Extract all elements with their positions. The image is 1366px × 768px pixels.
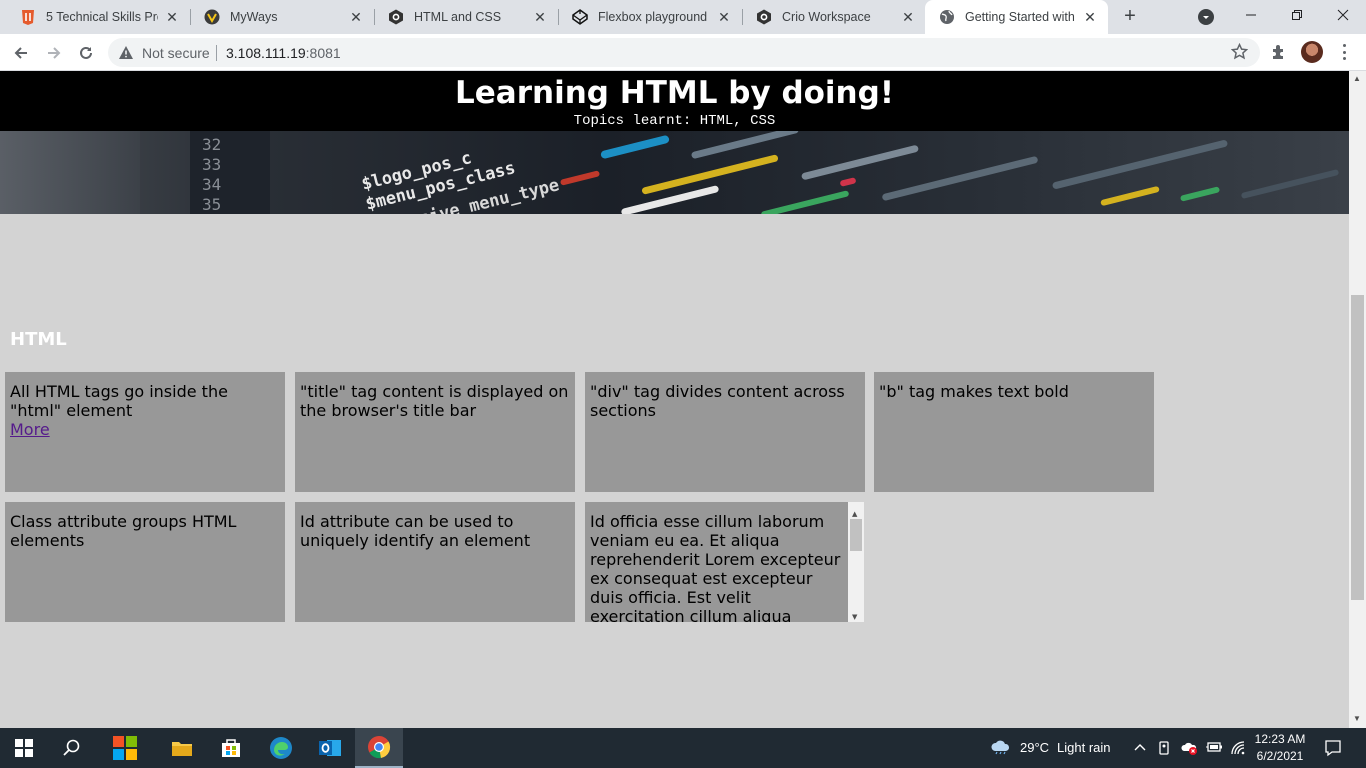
reload-icon[interactable] <box>73 40 99 66</box>
site-header: Learning HTML by doing! Topics learnt: H… <box>0 71 1349 131</box>
bookmark-star-icon[interactable] <box>1230 42 1249 65</box>
rain-cloud-icon <box>991 740 1010 755</box>
browser-toolbar: Not secure 3.108.111.19:8081 <box>0 34 1366 71</box>
topic-card: Id attribute can be used to uniquely ide… <box>295 502 575 622</box>
edge-browser-icon[interactable] <box>257 728 305 768</box>
file-explorer-icon[interactable] <box>158 728 206 768</box>
card-text: Class attribute groups HTML elements <box>10 512 237 550</box>
scrollable-topic-card[interactable]: Id officia esse cillum laborum veniam eu… <box>585 502 864 622</box>
store-icon[interactable] <box>207 728 255 768</box>
page-scrollbar[interactable]: ▲ ▼ <box>1349 71 1366 728</box>
close-icon[interactable]: ✕ <box>164 9 180 25</box>
restore-icon[interactable] <box>1274 0 1320 30</box>
outlook-icon[interactable] <box>306 728 354 768</box>
system-clock[interactable]: 12:23 AM 6/2/2021 <box>1252 731 1308 765</box>
windows-taskbar: 29°C Light rain 12:23 AM 6/2/2021 <box>0 728 1366 768</box>
meet-now-icon[interactable] <box>1157 740 1173 759</box>
windows-start-icon[interactable] <box>0 728 48 768</box>
tab-myways[interactable]: MyWays ✕ <box>190 0 374 34</box>
chevron-up-icon[interactable] <box>1133 740 1147 757</box>
more-link[interactable]: More <box>10 420 50 439</box>
profile-avatar[interactable] <box>1301 41 1323 63</box>
crio-hex-icon <box>388 9 404 25</box>
window-close-icon[interactable] <box>1320 0 1366 30</box>
search-icon[interactable] <box>48 728 96 768</box>
close-icon[interactable]: ✕ <box>900 9 916 25</box>
tab-title: Getting Started with H <box>965 10 1076 24</box>
extensions-puzzle-icon[interactable] <box>1270 43 1288 66</box>
task-view-icon[interactable] <box>101 728 149 768</box>
back-arrow-icon[interactable] <box>8 40 34 66</box>
clock-date: 6/2/2021 <box>1256 749 1304 763</box>
tab-title: Crio Workspace <box>782 10 871 24</box>
close-icon[interactable]: ✕ <box>532 9 548 25</box>
tab-title: HTML and CSS <box>414 10 502 24</box>
tab-flexbox-playground[interactable]: Flexbox playground ✕ <box>558 0 742 34</box>
page-viewport: Learning HTML by doing! Topics learnt: H… <box>0 71 1349 728</box>
card-text: "div" tag divides content across section… <box>590 382 845 420</box>
minimize-icon[interactable] <box>1228 0 1274 30</box>
globe-icon <box>939 9 955 25</box>
url-text[interactable]: 3.108.111.19:8081 <box>226 45 341 61</box>
browser-menu-icon[interactable] <box>1337 42 1351 62</box>
crio-logo-icon <box>20 9 36 25</box>
close-icon[interactable]: ✕ <box>716 9 732 25</box>
security-label[interactable]: Not secure <box>142 45 210 61</box>
wifi-icon[interactable] <box>1230 740 1246 759</box>
tab-search-icon[interactable] <box>1198 9 1214 25</box>
card-scrollbar[interactable]: ▲ ▼ <box>848 502 864 622</box>
tab-getting-started[interactable]: Getting Started with H ✕ <box>925 0 1108 34</box>
topic-card: Class attribute groups HTML elements <box>5 502 285 622</box>
page-scrollbar-thumb[interactable] <box>1351 295 1364 600</box>
weather-condition: Light rain <box>1057 739 1111 755</box>
close-icon[interactable]: ✕ <box>348 9 364 25</box>
hero-banner-image: 32 33 34 35 $logo_pos_c $menu_pos_class … <box>0 131 1349 214</box>
clock-time: 12:23 AM <box>1254 732 1306 746</box>
close-icon[interactable]: ✕ <box>1082 9 1098 25</box>
tab-title: 5 Technical Skills Prod <box>46 10 158 24</box>
card-text: Id attribute can be used to uniquely ide… <box>300 512 531 550</box>
forward-arrow-icon[interactable] <box>41 40 67 66</box>
battery-icon[interactable] <box>1205 740 1223 757</box>
address-bar[interactable]: Not secure 3.108.111.19:8081 <box>108 38 1260 67</box>
topic-card: "b" tag makes text bold <box>874 372 1154 492</box>
tab-html-and-css[interactable]: HTML and CSS ✕ <box>374 0 558 34</box>
onedrive-error-icon[interactable] <box>1181 740 1199 759</box>
topic-card: "div" tag divides content across section… <box>585 372 865 492</box>
notifications-icon[interactable] <box>1324 739 1342 760</box>
new-tab-button[interactable]: + <box>1119 5 1141 27</box>
weather-temperature: 29°C <box>1020 739 1050 755</box>
tab-title: MyWays <box>230 10 278 24</box>
page-subtitle: Topics learnt: HTML, CSS <box>573 113 776 129</box>
topic-card: All HTML tags go inside the "html" eleme… <box>5 372 285 492</box>
card-text: "title" tag content is displayed on the … <box>300 382 569 420</box>
crio-hex-icon <box>756 9 772 25</box>
chrome-taskbar-icon[interactable] <box>355 728 403 768</box>
topic-card: "title" tag content is displayed on the … <box>295 372 575 492</box>
weather-widget[interactable]: 29°C Light rain <box>990 739 1111 755</box>
card-text: "b" tag makes text bold <box>879 382 1069 401</box>
tab-technical-skills[interactable]: 5 Technical Skills Prod ✕ <box>6 0 190 34</box>
tab-title: Flexbox playground <box>598 10 708 24</box>
myways-logo-icon <box>204 9 220 25</box>
codepen-icon <box>572 9 588 25</box>
card-text: All HTML tags go inside the "html" eleme… <box>10 382 228 420</box>
section-heading: HTML <box>10 329 67 350</box>
page-title: Learning HTML by doing! <box>455 75 894 111</box>
card-text: Id officia esse cillum laborum veniam eu… <box>590 512 841 622</box>
warning-icon[interactable] <box>118 45 134 65</box>
tab-crio-workspace[interactable]: Crio Workspace ✕ <box>742 0 926 34</box>
tab-strip: 5 Technical Skills Prod ✕ MyWays ✕ HTML … <box>0 0 1366 34</box>
